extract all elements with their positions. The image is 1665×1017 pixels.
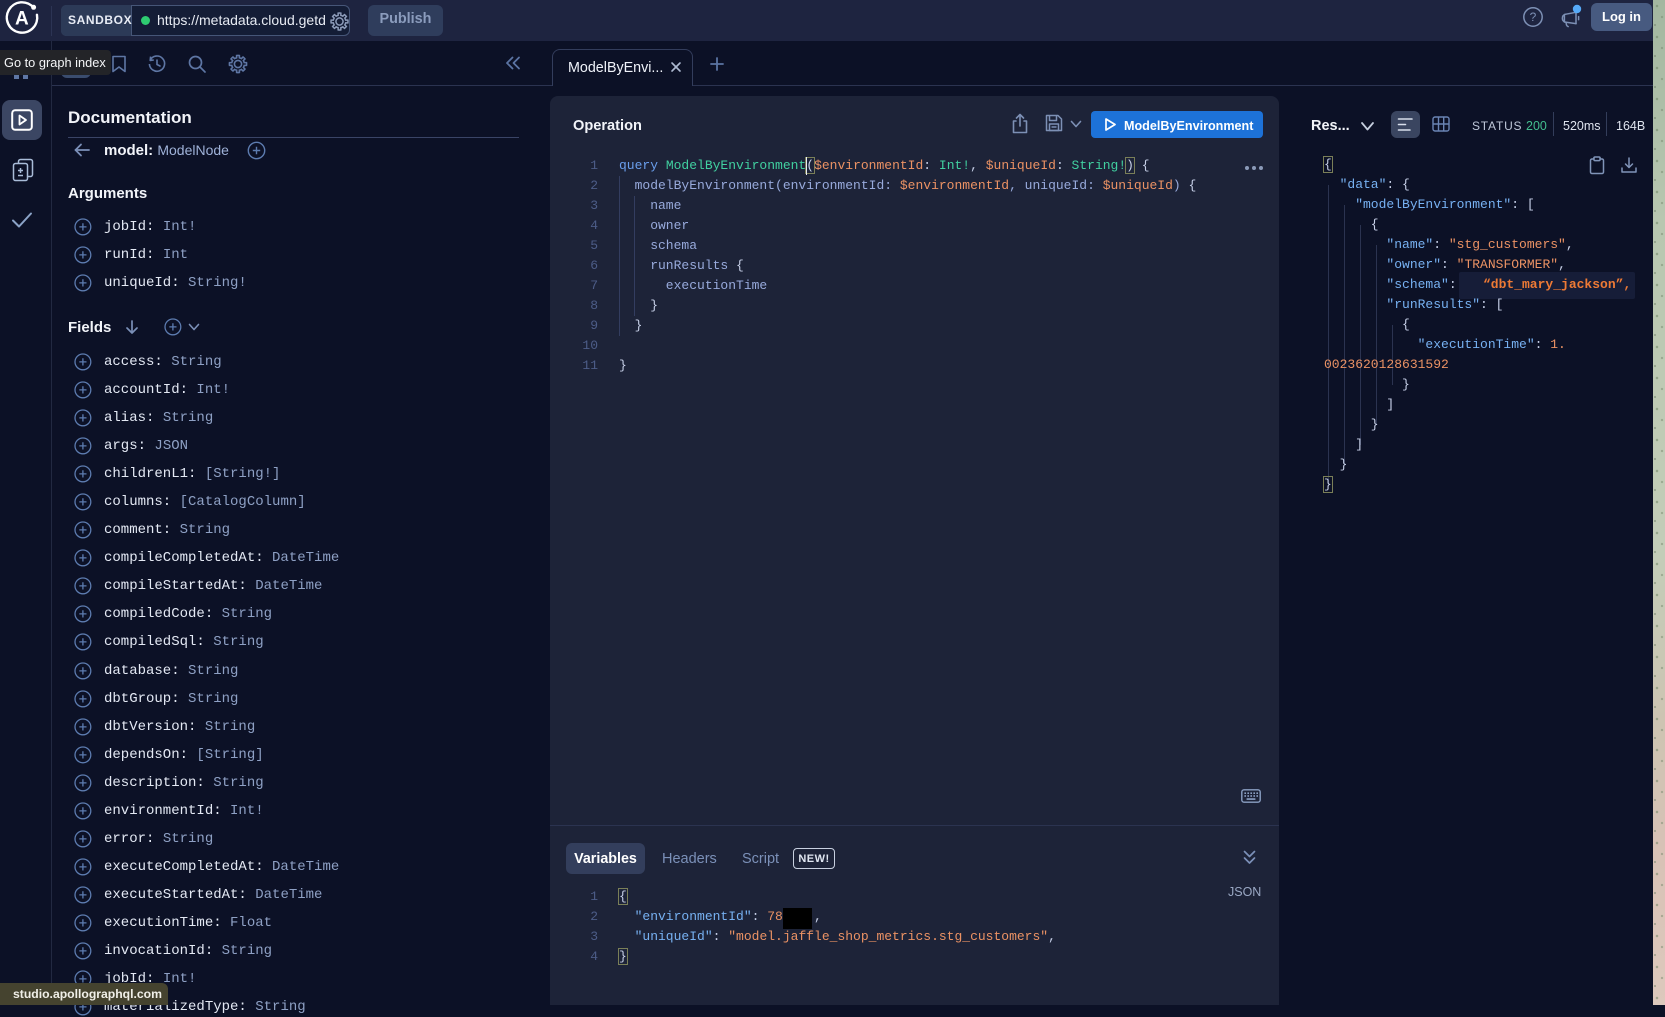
svg-text:?: ? xyxy=(1530,10,1537,24)
svg-text:A: A xyxy=(15,9,29,30)
